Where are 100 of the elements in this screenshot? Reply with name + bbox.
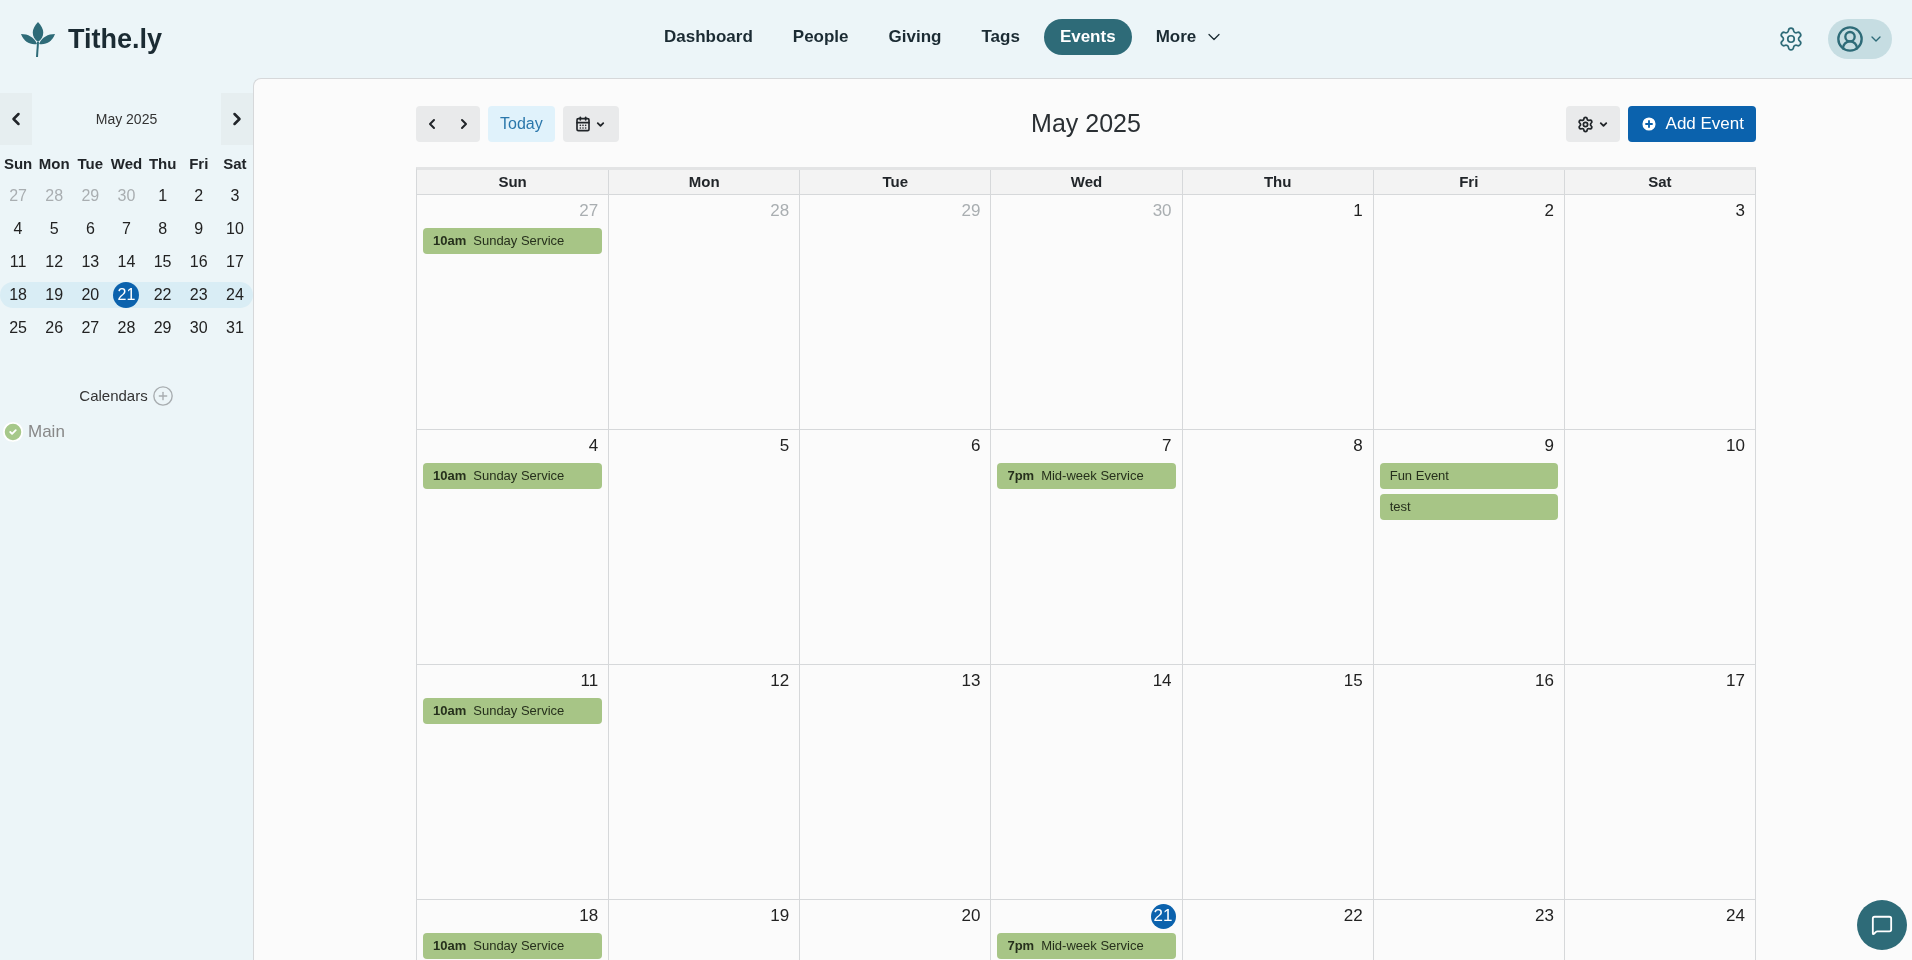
chat-icon (1871, 914, 1893, 936)
day-number: 15 (1343, 670, 1364, 693)
weekday-label: Wed (109, 154, 144, 174)
day-number: 4 (588, 435, 600, 458)
mini-calendar-day[interactable]: 21 (113, 281, 140, 308)
view-picker-button[interactable] (562, 106, 619, 142)
weekday-label: Sun (2, 154, 34, 174)
weekday-label: Fri (188, 154, 210, 174)
today-button[interactable]: Today (488, 106, 555, 142)
mini-calendar-day[interactable]: 14 (113, 248, 140, 275)
mini-calendar-day[interactable]: 30 (185, 314, 212, 341)
day-number: 5 (779, 435, 791, 458)
mini-calendar-day[interactable]: 10 (221, 215, 248, 242)
day-number: 19 (770, 905, 791, 928)
user-avatar-icon (1836, 25, 1864, 53)
day-number: 30 (1152, 200, 1173, 223)
weekday-label: Mon (37, 154, 71, 174)
event-chip[interactable]: 10am Sunday Service (423, 463, 603, 489)
day-number: 3 (1735, 200, 1746, 223)
event-chip[interactable]: 7pm Mid-week Service (997, 463, 1176, 489)
day-number: 12 (770, 670, 791, 693)
event-chip[interactable]: 10am Sunday Service (423, 228, 603, 254)
day-number: 24 (1726, 905, 1746, 928)
mini-calendar-day[interactable]: 29 (149, 314, 176, 341)
weekday-label: Thu (147, 154, 178, 174)
day-number: 18 (579, 905, 600, 928)
day-number: 2 (1544, 200, 1555, 223)
column-header: Thu (1181, 170, 1373, 194)
mini-calendar-day[interactable]: 18 (5, 281, 32, 308)
day-number: 28 (770, 200, 791, 223)
brand-name: Tithe.ly (68, 22, 163, 56)
mini-calendar-day[interactable]: 6 (77, 215, 104, 242)
leaf-logo-icon (20, 20, 56, 58)
event-chip[interactable]: 10am Sunday Service (423, 933, 603, 959)
mini-calendar-day[interactable]: 9 (185, 215, 212, 242)
event-chip[interactable]: 10am Sunday Service (423, 698, 603, 724)
column-header: Tue (799, 170, 991, 194)
day-number: 29 (961, 200, 982, 223)
day-number: 13 (961, 670, 982, 693)
mini-calendar-title: May 2025 (95, 109, 158, 129)
weekday-label: Sat (222, 154, 248, 174)
nav-tab[interactable]: More (1139, 19, 1241, 55)
mini-calendar-day[interactable]: 22 (149, 281, 176, 308)
month-title: May 2025 (1031, 108, 1141, 140)
column-header: Fri (1372, 170, 1564, 194)
mini-calendar-day[interactable]: 7 (113, 215, 140, 242)
day-number: 16 (1534, 670, 1555, 693)
event-chip[interactable]: test (1379, 494, 1558, 520)
mini-calendar-day[interactable]: 24 (221, 281, 248, 308)
mini-calendar-day[interactable]: 23 (185, 281, 212, 308)
mini-calendar-day[interactable]: 12 (41, 248, 68, 275)
weekday-label: Tue (76, 154, 105, 174)
settings-icon (1576, 115, 1594, 133)
nav-tab[interactable]: Dashboard (648, 19, 769, 55)
mini-calendar-day[interactable]: 3 (221, 182, 248, 209)
mini-calendar-day[interactable]: 8 (149, 215, 176, 242)
day-number: 11 (580, 670, 600, 693)
nav-tab[interactable]: Events (1043, 19, 1132, 55)
mini-calendar-day[interactable]: 31 (221, 314, 248, 341)
previous-month-button[interactable] (0, 93, 32, 145)
mini-calendar-day[interactable]: 19 (41, 281, 68, 308)
profile-menu-button[interactable] (1828, 19, 1892, 59)
settings-icon[interactable] (1778, 26, 1804, 52)
day-number: 8 (1353, 435, 1364, 458)
event-chip[interactable]: Fun Event (1379, 463, 1558, 489)
mini-calendar-day[interactable]: 5 (41, 215, 68, 242)
day-number: 7 (1162, 435, 1173, 458)
mini-calendar-day[interactable]: 15 (149, 248, 176, 275)
day-number: 21 (1150, 903, 1176, 929)
mini-calendar-day[interactable]: 25 (5, 314, 32, 341)
mini-calendar-day[interactable]: 26 (41, 314, 68, 341)
next-month-button[interactable] (221, 93, 253, 145)
settings-menu-button[interactable] (1565, 106, 1620, 142)
calendars-heading: Calendars (79, 385, 148, 406)
event-chip[interactable]: 7pm Mid-week Service (997, 933, 1176, 959)
mini-calendar-day[interactable]: 1 (149, 182, 176, 209)
mini-calendar-day[interactable]: 11 (5, 248, 32, 275)
plus-icon (1639, 115, 1658, 133)
day-number: 14 (1152, 670, 1173, 693)
nav-tab[interactable]: Tags (965, 19, 1036, 55)
day-number: 22 (1343, 905, 1364, 928)
column-header: Sun (497, 172, 528, 192)
mini-calendar-day[interactable]: 16 (185, 248, 212, 275)
day-number: 6 (970, 435, 982, 458)
add-event-button[interactable]: Add Event (1627, 106, 1756, 142)
mini-calendar-day[interactable]: 2 (185, 182, 212, 209)
day-number: 17 (1726, 670, 1746, 693)
calendar-icon (575, 116, 592, 132)
column-header: Mon (608, 170, 800, 194)
mini-calendar-day[interactable]: 13 (77, 248, 104, 275)
nav-tab[interactable]: People (776, 19, 865, 55)
column-header: Wed (990, 170, 1182, 194)
mini-calendar-day[interactable]: 20 (77, 281, 104, 308)
mini-calendar-day[interactable]: 4 (5, 215, 32, 242)
nav-tab[interactable]: Giving (872, 19, 958, 55)
mini-calendar-day[interactable]: 27 (77, 314, 104, 341)
mini-calendar-day[interactable]: 17 (221, 248, 248, 275)
mini-calendar-day[interactable]: 28 (113, 314, 140, 341)
day-number: 9 (1544, 435, 1555, 458)
day-number: 27 (579, 200, 600, 223)
